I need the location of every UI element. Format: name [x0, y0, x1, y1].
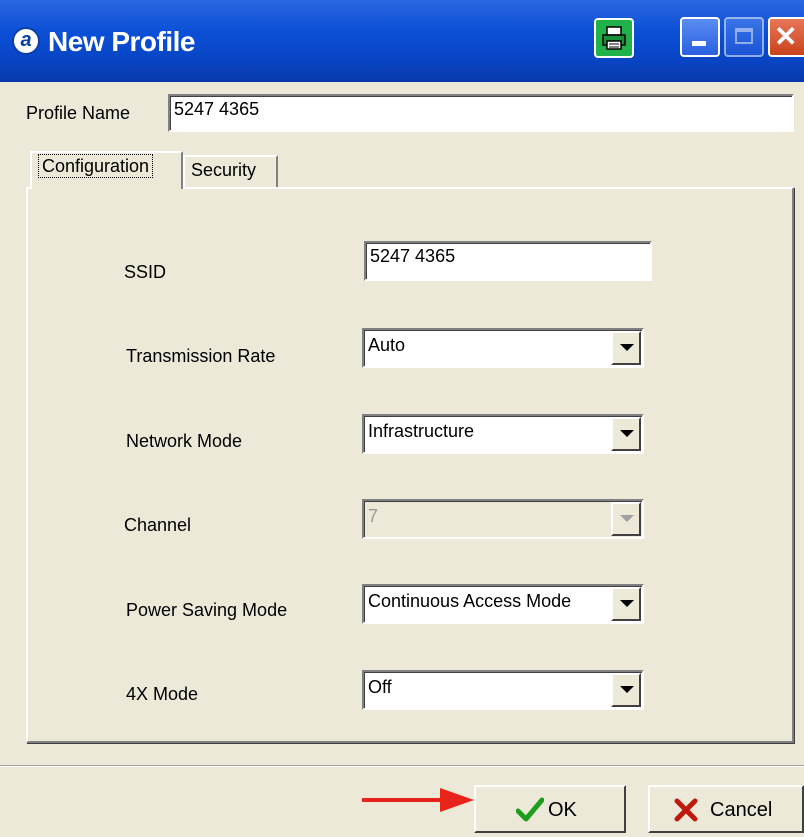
chevron-down-icon[interactable]	[611, 417, 641, 451]
tab-security[interactable]: Security	[183, 155, 278, 188]
print-icon	[602, 26, 626, 50]
power-saving-mode-select[interactable]: Continuous Access Mode	[362, 584, 644, 624]
close-button[interactable]: ✕	[768, 17, 804, 57]
profile-name-input[interactable]: 5247 4365	[168, 94, 794, 132]
ssid-input[interactable]: 5247 4365	[364, 241, 652, 281]
cancel-label: Cancel	[710, 799, 773, 821]
minimize-icon	[692, 41, 706, 46]
window-title: New Profile	[48, 26, 195, 57]
channel-label: Channel	[124, 515, 192, 535]
tab-configuration-label: Configuration	[38, 154, 154, 178]
ok-button[interactable]: OK	[474, 785, 626, 833]
chevron-down-icon[interactable]	[611, 331, 641, 365]
checkmark-icon	[516, 797, 544, 822]
4x-mode-select[interactable]: Off	[362, 670, 644, 710]
chevron-down-icon[interactable]	[611, 587, 641, 621]
network-mode-select[interactable]: Infrastructure	[362, 414, 644, 454]
tab-security-label: Security	[191, 160, 257, 180]
chevron-down-icon[interactable]	[611, 673, 641, 707]
channel-select: 7	[362, 499, 644, 539]
maximize-icon	[735, 28, 753, 44]
tab-configuration[interactable]: Configuration	[30, 151, 183, 189]
divider	[0, 765, 804, 767]
power-saving-mode-label: Power Saving Mode	[126, 600, 288, 620]
4x-mode-value: Off	[368, 677, 392, 697]
network-mode-value: Infrastructure	[368, 421, 475, 441]
title-bar[interactable]: a New Profile ✕	[0, 0, 804, 82]
transmission-rate-value: Auto	[368, 335, 406, 355]
x-mark-icon	[674, 798, 698, 822]
transmission-rate-label: Transmission Rate	[126, 346, 276, 366]
4x-mode-label: 4X Mode	[126, 684, 199, 704]
transmission-rate-select[interactable]: Auto	[362, 328, 644, 368]
maximize-button[interactable]	[724, 17, 764, 57]
chevron-down-icon	[611, 502, 641, 536]
network-mode-label: Network Mode	[126, 431, 243, 451]
ok-label: OK	[548, 799, 577, 821]
power-saving-mode-value: Continuous Access Mode	[368, 591, 572, 611]
channel-value: 7	[368, 506, 379, 526]
ssid-label: SSID	[124, 262, 167, 282]
close-icon: ✕	[774, 21, 798, 52]
cancel-button[interactable]: Cancel	[648, 785, 804, 833]
profile-name-label: Profile Name	[26, 103, 131, 123]
red-arrow-annotation	[362, 788, 474, 812]
minimize-button[interactable]	[680, 17, 720, 57]
app-icon: a	[12, 27, 40, 55]
print-button[interactable]	[594, 18, 634, 58]
